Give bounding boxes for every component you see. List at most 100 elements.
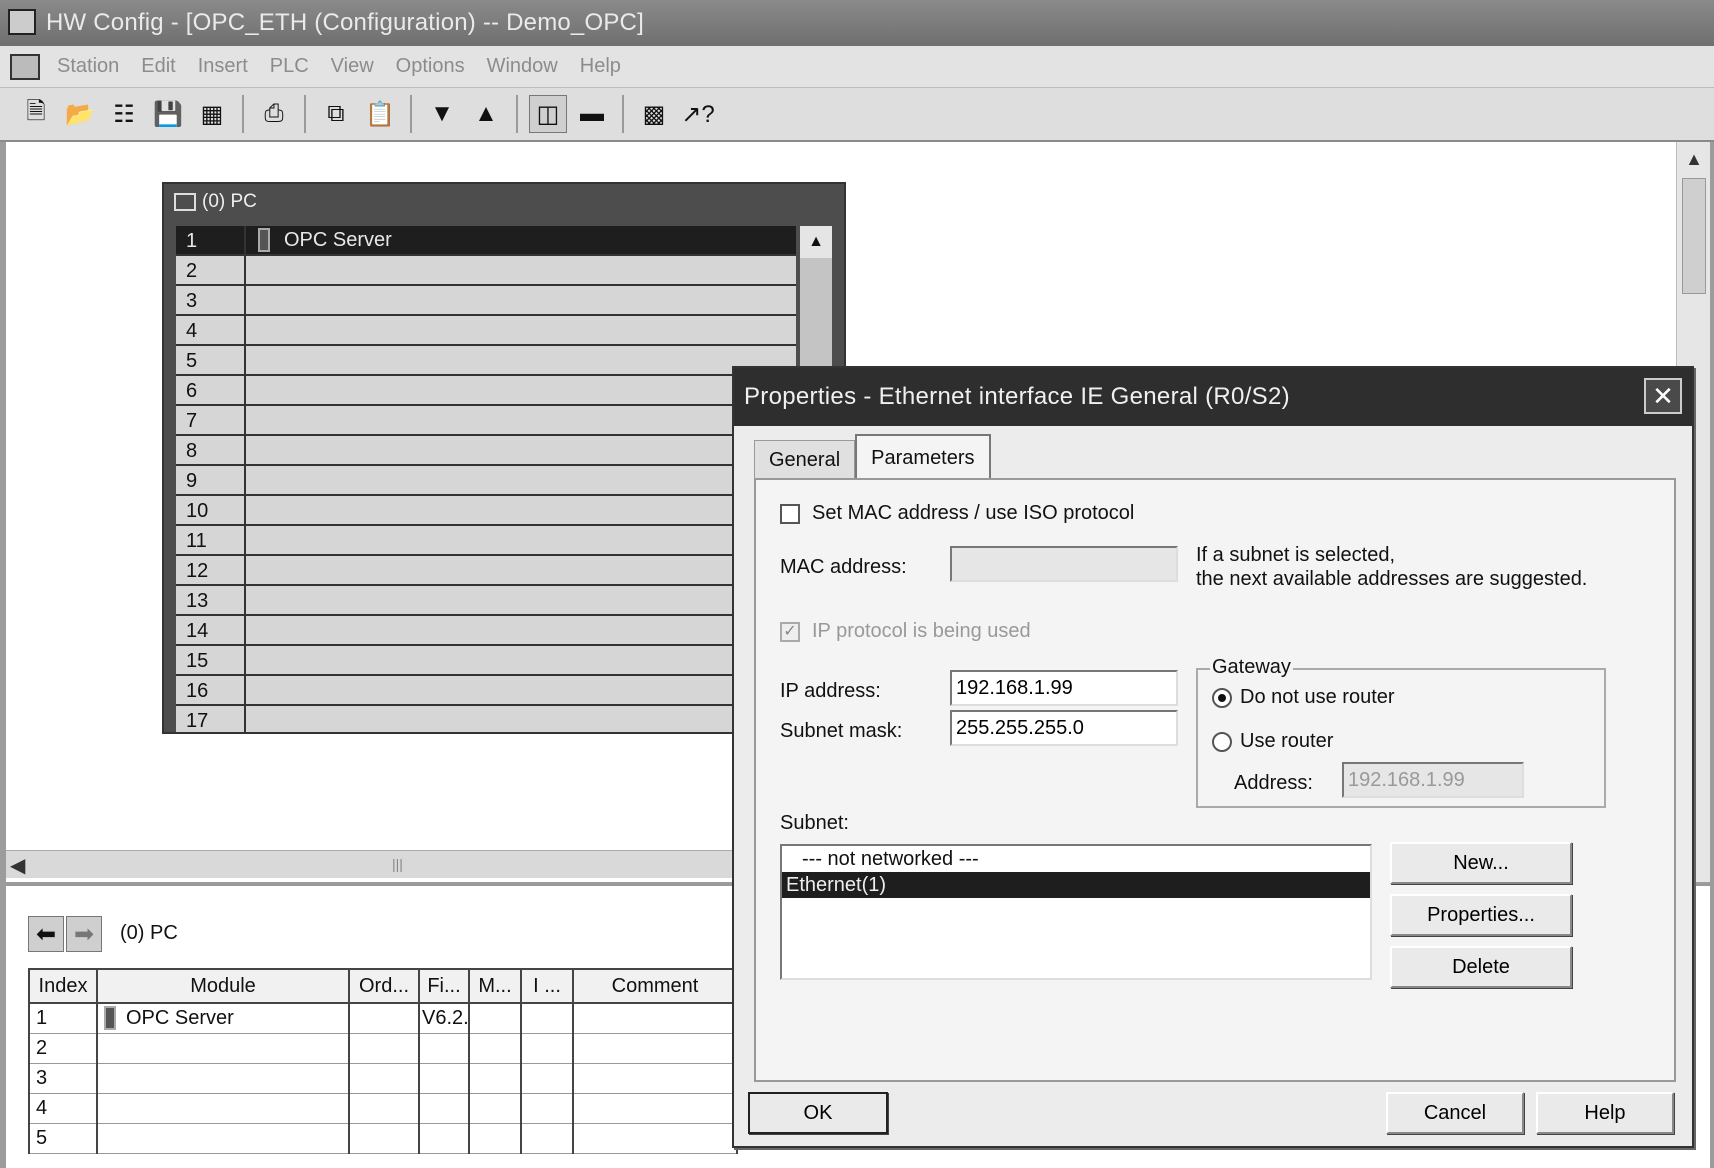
back-arrow-icon[interactable]: ⬅ — [28, 916, 64, 952]
network-icon[interactable]: ☷ — [105, 95, 143, 133]
forward-arrow-icon[interactable]: ➡ — [66, 916, 102, 952]
menu-edit[interactable]: Edit — [130, 55, 186, 78]
slot-module — [246, 316, 796, 344]
new-icon[interactable]: 🗎 — [17, 95, 55, 133]
print-icon[interactable]: ⎙ — [255, 95, 293, 133]
table-row[interactable]: 4 — [28, 1093, 738, 1124]
use-router-radio[interactable] — [1212, 732, 1232, 752]
slot-number: 11 — [176, 526, 246, 554]
col-firmware[interactable]: Fi... — [418, 968, 470, 1004]
close-icon[interactable]: ✕ — [1644, 378, 1682, 414]
ok-button[interactable]: OK — [748, 1092, 888, 1134]
slot-number: 14 — [176, 616, 246, 644]
help-button[interactable]: Help — [1536, 1092, 1674, 1134]
col-order[interactable]: Ord... — [348, 968, 420, 1004]
subnet-mask-field[interactable] — [950, 710, 1178, 746]
menu-station[interactable]: Station — [46, 55, 130, 78]
open-icon[interactable]: 📂 — [61, 95, 99, 133]
rack-row[interactable]: 13 — [176, 586, 796, 616]
menu-insert[interactable]: Insert — [187, 55, 259, 78]
download-icon[interactable]: ▼ — [423, 95, 461, 133]
rack-row[interactable]: 16 — [176, 676, 796, 706]
cell-i — [520, 1093, 574, 1124]
menu-bar: Station Edit Insert PLC View Options Win… — [0, 46, 1714, 88]
table-row[interactable]: 1 OPC Server V6.2.1 — [28, 1003, 738, 1034]
slot-number: 1 — [176, 226, 246, 254]
scroll-up-icon[interactable]: ▲ — [1677, 142, 1711, 176]
subnet-properties-button[interactable]: Properties... — [1390, 894, 1572, 936]
scroll-thumb[interactable] — [1682, 178, 1706, 294]
table-row[interactable]: 2 — [28, 1033, 738, 1064]
slot-number: 9 — [176, 466, 246, 494]
rack-row[interactable]: 11 — [176, 526, 796, 556]
rack-row[interactable]: 17 — [176, 706, 796, 732]
slot-module — [246, 556, 796, 584]
save-icon[interactable]: 💾 — [149, 95, 187, 133]
rack-row[interactable]: 7 — [176, 406, 796, 436]
workspace-horizontal-scrollbar[interactable]: ◀ ||| — [6, 850, 736, 878]
rack-row[interactable]: 5 — [176, 346, 796, 376]
rack-row[interactable]: 4 — [176, 316, 796, 346]
rack-row[interactable]: 10 — [176, 496, 796, 526]
rack-row[interactable]: 6 — [176, 376, 796, 406]
cell-m — [468, 1063, 522, 1094]
col-i[interactable]: I ... — [520, 968, 574, 1004]
rack-row[interactable]: 2 — [176, 256, 796, 286]
cancel-button[interactable]: Cancel — [1386, 1092, 1524, 1134]
ip-address-field[interactable] — [950, 670, 1178, 706]
col-m[interactable]: M... — [468, 968, 522, 1004]
mac-address-field[interactable] — [950, 546, 1178, 582]
context-help-icon[interactable]: ↗? — [679, 95, 717, 133]
delete-subnet-button[interactable]: Delete — [1390, 946, 1572, 988]
slot-number: 5 — [176, 346, 246, 374]
rack-row[interactable]: 3 — [176, 286, 796, 316]
cell-i — [520, 1033, 574, 1064]
copy-icon[interactable]: ⧉ — [317, 95, 355, 133]
menu-view[interactable]: View — [320, 55, 385, 78]
no-router-radio[interactable] — [1212, 688, 1232, 708]
paste-icon[interactable]: 📋 — [361, 95, 399, 133]
slot-module — [246, 376, 796, 404]
table-row[interactable]: 3 — [28, 1063, 738, 1094]
set-mac-checkbox[interactable] — [780, 504, 800, 524]
menu-options[interactable]: Options — [385, 55, 476, 78]
rack-row[interactable]: 8 — [176, 436, 796, 466]
col-module[interactable]: Module — [96, 968, 350, 1004]
menu-plc[interactable]: PLC — [259, 55, 320, 78]
router-address-field[interactable] — [1342, 762, 1524, 798]
subnet-list[interactable]: --- not networked --- Ethernet(1) — [780, 844, 1372, 980]
dialog-tabs: General Parameters — [754, 434, 991, 480]
no-router-label: Do not use router — [1240, 686, 1395, 708]
upload-icon[interactable]: ▲ — [467, 95, 505, 133]
subnet-hint-line2: the next available addresses are suggest… — [1196, 568, 1588, 590]
ip-protocol-checkbox[interactable]: ✓ — [780, 622, 800, 642]
slot-number: 12 — [176, 556, 246, 584]
tab-parameters[interactable]: Parameters — [855, 434, 991, 480]
rack-row[interactable]: 12 — [176, 556, 796, 586]
netpro-icon[interactable]: ▩ — [635, 95, 673, 133]
pc-icon — [174, 193, 196, 211]
scroll-grip-icon[interactable]: ||| — [392, 856, 403, 872]
menu-window[interactable]: Window — [476, 55, 569, 78]
table-row[interactable]: 5 — [28, 1123, 738, 1154]
new-subnet-button[interactable]: New... — [1390, 842, 1572, 884]
rack-row[interactable]: 15 — [176, 646, 796, 676]
cell-index: 5 — [28, 1123, 98, 1154]
subnet-mask-label: Subnet mask: — [780, 720, 903, 742]
dialog-title-bar[interactable]: Properties - Ethernet interface IE Gener… — [734, 368, 1692, 426]
list-item[interactable]: --- not networked --- — [782, 846, 1370, 872]
rack-row[interactable]: 1 OPC Server — [176, 226, 796, 256]
col-comment[interactable]: Comment — [572, 968, 738, 1004]
scroll-up-icon[interactable]: ▲ — [800, 226, 832, 258]
module-info-icon[interactable]: ▬ — [573, 95, 611, 133]
menu-help[interactable]: Help — [569, 55, 632, 78]
rack-row[interactable]: 9 — [176, 466, 796, 496]
tab-general[interactable]: General — [754, 440, 856, 480]
scroll-left-icon[interactable]: ◀ — [10, 853, 25, 878]
save-compile-icon[interactable]: ▦ — [193, 95, 231, 133]
rack-row[interactable]: 14 — [176, 616, 796, 646]
list-item[interactable]: Ethernet(1) — [782, 872, 1370, 898]
child-window-system-icon[interactable] — [10, 53, 40, 80]
col-index[interactable]: Index — [28, 968, 98, 1004]
catalog-icon[interactable]: ◫ — [529, 95, 567, 133]
